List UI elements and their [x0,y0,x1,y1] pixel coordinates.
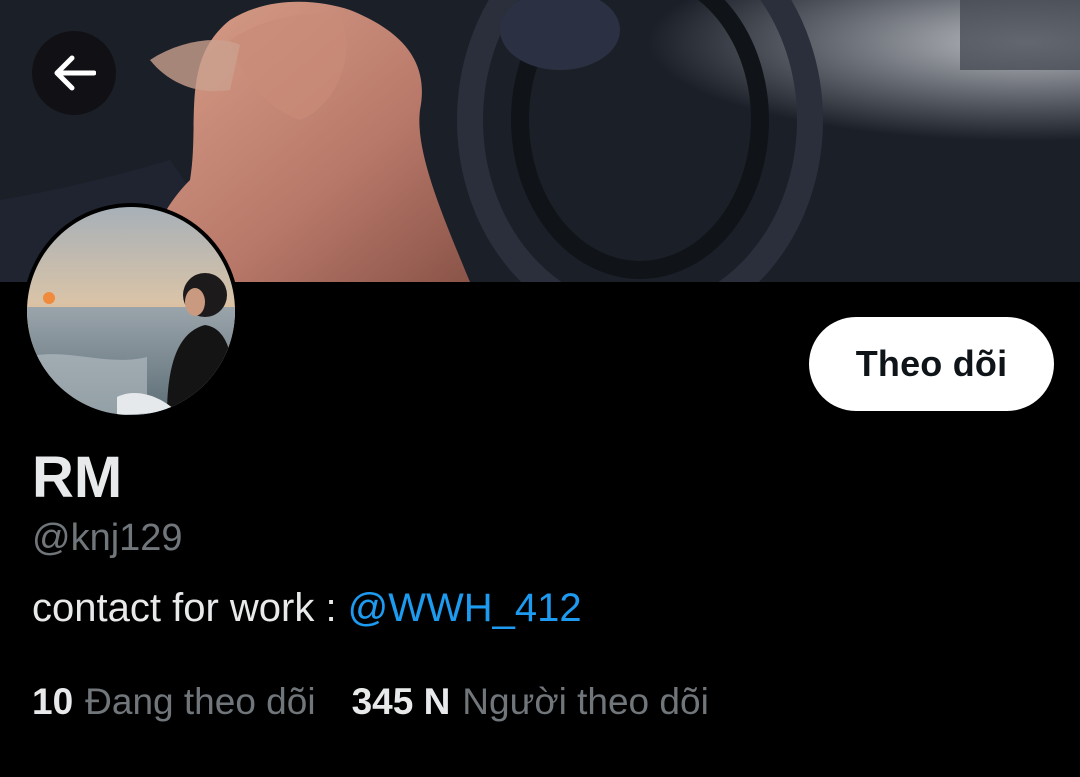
arrow-left-icon [54,55,96,91]
following-count: 10 [32,681,74,722]
followers-count: 345 N [351,681,451,722]
display-name: RM [32,445,123,510]
profile-avatar[interactable] [23,203,239,419]
following-stat-link[interactable]: 10 Đang theo dõi [32,679,316,725]
follow-stats: 10 Đang theo dõi 345 N Người theo dõi [32,679,709,725]
following-label: Đang theo dõi [85,681,316,722]
bio-mention-link[interactable]: @WWH_412 [348,586,582,630]
followers-stat-link[interactable]: 345 N Người theo dõi [352,679,709,725]
followers-label: Người theo dõi [462,681,709,722]
bio-text: contact for work : [32,586,348,630]
back-button[interactable] [32,31,116,115]
username-handle: @knj129 [32,517,183,559]
avatar-photo [27,207,235,415]
follow-button[interactable]: Theo dõi [809,317,1054,411]
profile-page: Theo dõi RM @knj129 contact for work : @… [0,0,1080,777]
profile-bio: contact for work : @WWH_412 [32,584,582,632]
